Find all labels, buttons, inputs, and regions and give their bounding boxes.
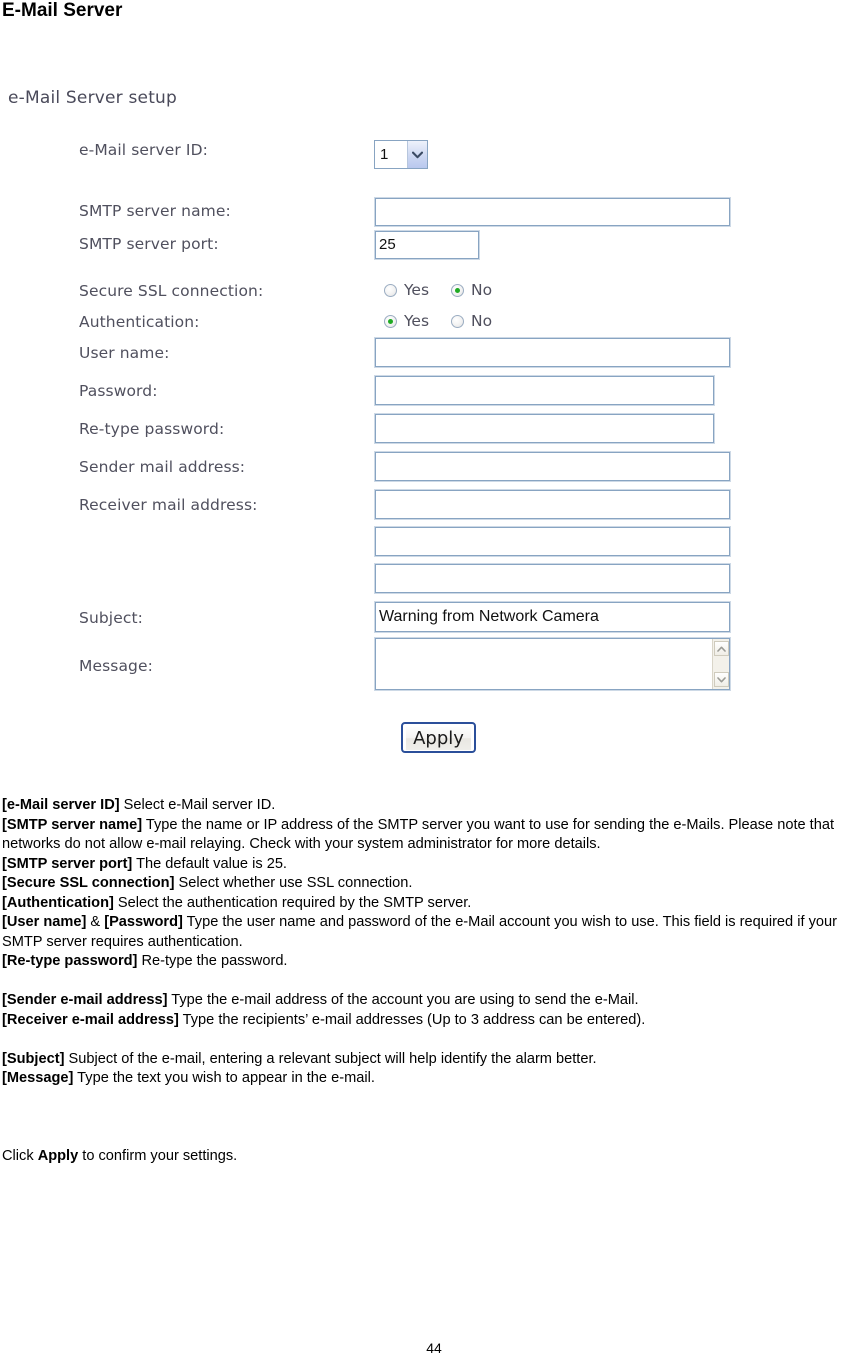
smtp-server-name-input[interactable] [374,197,731,227]
user-name-input[interactable] [374,337,731,368]
apply-button[interactable]: Apply [401,722,476,753]
auth-no-label: No [471,312,493,330]
desc-text-ssl: Select whether use SSL connection. [174,875,413,891]
desc-spacer-1 [2,972,864,992]
ssl-radio-no[interactable]: No [451,281,492,299]
desc-line-7: [Re-type password] Re-type the password. [2,952,864,972]
desc-spacer-2 [2,1030,864,1050]
radio-icon-unchecked[interactable] [451,314,465,328]
receiver-mail-input-1[interactable] [374,489,731,520]
scroll-down-icon[interactable] [714,672,729,687]
receiver-mail-input-3[interactable] [374,563,731,594]
desc-key-sender: [Sender e-mail address] [2,992,168,1008]
desc-key-smtp-name: [SMTP server name] [2,816,143,833]
auth-yes-label: Yes [404,312,430,330]
ssl-radio-yes[interactable]: Yes [384,281,429,299]
label-server-id: e-Mail server ID: [79,141,208,159]
server-id-value: 1 [380,146,389,163]
subject-input[interactable]: Warning from Network Camera [374,601,731,633]
label-user-name: User name: [79,344,170,362]
radio-icon-checked[interactable] [451,283,465,297]
desc-line-6: [User name] & [Password] Type the user n… [2,913,864,952]
desc-key-user-name: [User name] [2,914,87,930]
panel-heading: e-Mail Server setup [8,88,178,108]
desc-key-ssl: [Secure SSL connection] [2,875,175,891]
auth-radio-no[interactable]: No [451,312,492,330]
chevron-down-icon[interactable] [407,141,427,168]
desc-text-sender: Type the e-mail address of the account y… [167,992,639,1008]
desc-mid-amp: & [86,914,105,930]
desc-line-8: [Sender e-mail address] Type the e-mail … [2,991,864,1011]
radio-icon-unchecked[interactable] [384,283,397,297]
message-textarea[interactable] [374,637,731,691]
ssl-radio-group[interactable]: Yes No [384,281,492,299]
label-smtp-name: SMTP server name: [79,202,231,220]
label-receiver-mail: Receiver mail address: [79,496,258,514]
sender-mail-input[interactable] [374,451,731,482]
desc-text-receiver: Type the recipients’ e-mail addresses (U… [178,1011,646,1028]
ssl-no-label: No [471,281,493,299]
desc-text-subject: Subject of the e-mail, entering a releva… [64,1050,597,1067]
apply-button-label: Apply [405,726,472,751]
desc-key-subject: [Subject] [2,1050,65,1067]
label-password: Password: [79,382,158,400]
auth-radio-group[interactable]: Yes No [384,312,492,330]
label-secure-ssl: Secure SSL connection: [79,282,264,300]
desc-text-server-id: Select e-Mail server ID. [119,797,276,813]
desc-line-4: [Secure SSL connection] Select whether u… [2,874,864,894]
description-body: [e-Mail server ID] Select e-Mail server … [2,796,864,1167]
label-sender-mail: Sender mail address: [79,458,246,476]
desc-click-post: to confirm your settings. [78,1148,238,1164]
server-id-select[interactable]: 1 [374,140,428,169]
subject-value: Warning from Network Camera [379,608,599,625]
desc-key-message: [Message] [2,1070,74,1086]
desc-spacer-4 [2,1108,864,1128]
desc-click-pre: Click [2,1148,38,1164]
label-subject: Subject: [79,609,143,627]
desc-key-server-id: [e-Mail server ID] [2,797,120,813]
password-input[interactable] [374,375,715,406]
desc-key-smtp-port: [SMTP server port] [2,855,133,872]
desc-line-9: [Receiver e-mail address] Type the recip… [2,1011,864,1031]
email-server-setup-panel: e-Mail Server setup e-Mail server ID: 1 … [0,78,800,778]
message-scrollbar[interactable] [712,639,729,689]
receiver-mail-input-2[interactable] [374,526,731,557]
ssl-yes-label: Yes [404,281,430,299]
desc-line-3: [SMTP server port] The default value is … [2,855,864,875]
desc-text-retype: Re-type the password. [137,953,288,969]
desc-text-auth: Select the authentication required by th… [113,894,472,911]
desc-text-smtp-port: The default value is 25. [132,855,287,872]
label-retype-password: Re-type password: [79,420,225,438]
desc-line-1: [e-Mail server ID] Select e-Mail server … [2,796,864,816]
desc-line-2: [SMTP server name] Type the name or IP a… [2,816,864,855]
desc-line-12: Click Apply to confirm your settings. [2,1147,864,1167]
radio-icon-checked[interactable] [384,314,397,328]
label-smtp-port: SMTP server port: [79,235,219,253]
smtp-server-port-input[interactable]: 25 [374,230,480,260]
desc-click-apply: Apply [37,1148,79,1164]
label-message: Message: [79,657,153,675]
desc-line-5: [Authentication] Select the authenticati… [2,894,864,914]
auth-radio-yes[interactable]: Yes [384,312,429,330]
desc-spacer-3 [2,1089,864,1109]
retype-password-input[interactable] [374,413,715,444]
desc-spacer-5 [2,1128,864,1148]
desc-text-message: Type the text you wish to appear in the … [73,1070,375,1086]
label-authentication: Authentication: [79,313,200,331]
message-textarea-value[interactable] [376,639,712,689]
desc-key-auth: [Authentication] [2,894,114,911]
scroll-up-icon[interactable] [714,641,729,656]
desc-line-11: [Message] Type the text you wish to appe… [2,1069,864,1089]
smtp-server-port-value: 25 [379,236,396,253]
desc-line-10: [Subject] Subject of the e-mail, enterin… [2,1050,864,1070]
desc-key-retype: [Re-type password] [2,953,138,969]
desc-key-receiver: [Receiver e-mail address] [2,1011,179,1028]
page-title: E-Mail Server [2,0,123,21]
page-number: 44 [426,1340,442,1356]
desc-key-password: [Password] [104,914,183,930]
